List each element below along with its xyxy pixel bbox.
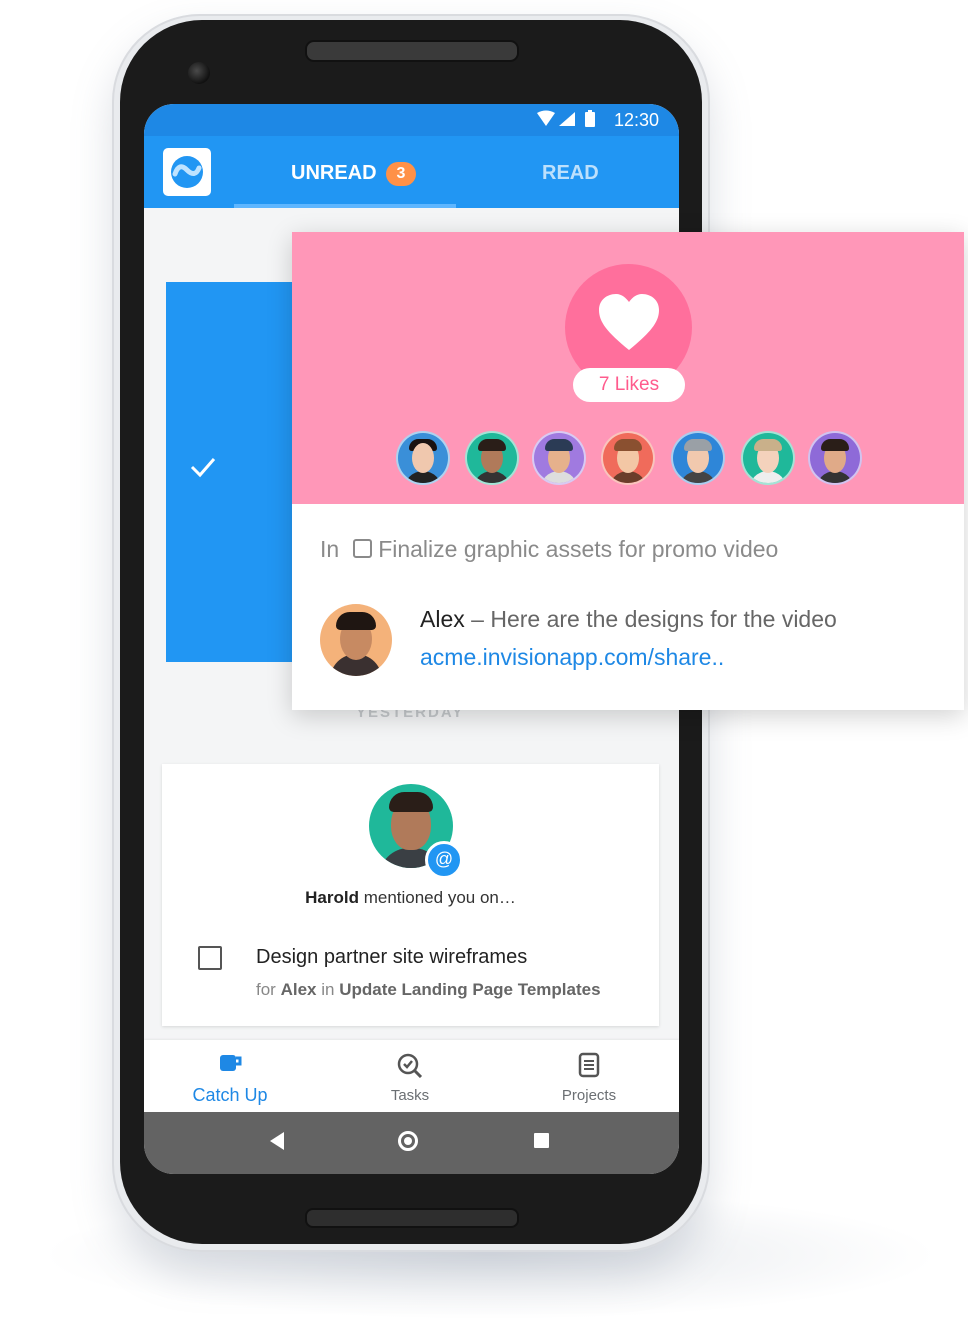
avatar — [741, 431, 795, 485]
comment-text: Here are the designs for the video — [490, 606, 837, 632]
tab-unread[interactable]: UNREAD — [291, 162, 377, 185]
swipe-card[interactable] — [166, 282, 306, 662]
avatar — [465, 431, 519, 485]
nav-catch-up-label: Catch Up — [192, 1085, 268, 1105]
checkmark-icon — [190, 454, 216, 485]
status-bar: 12:30 — [144, 104, 679, 136]
likes-popup-card[interactable]: 7 Likes In Finalize graphic assets for pr… — [292, 232, 964, 710]
app-logo[interactable] — [163, 148, 211, 196]
front-camera — [188, 62, 210, 84]
avatar — [396, 431, 450, 485]
home-icon[interactable] — [398, 1131, 418, 1151]
comment: Alex – Here are the designs for the vide… — [420, 606, 837, 632]
task-title[interactable]: Design partner site wireframes — [256, 946, 527, 969]
cup-icon — [220, 1055, 242, 1071]
recents-icon[interactable] — [534, 1133, 549, 1148]
top-speaker — [305, 40, 519, 62]
task-assignee: Alex — [280, 980, 317, 999]
likes-header: 7 Likes — [292, 232, 964, 504]
nav-tasks-label: Tasks — [390, 1087, 430, 1104]
comment-author: Alex — [420, 606, 465, 632]
signal-wifi-battery-icons — [535, 110, 599, 132]
bottom-speaker — [305, 1208, 519, 1228]
avatar — [671, 431, 725, 485]
back-icon[interactable] — [270, 1132, 284, 1150]
nav-catch-up[interactable]: Catch Up — [170, 1052, 290, 1106]
task-reference-title: Finalize graphic assets for promo video — [378, 536, 779, 562]
status-time: 12:30 — [613, 110, 659, 130]
heart-icon — [599, 294, 659, 350]
nav-projects-label: Projects — [561, 1087, 617, 1104]
mention-action: mentioned you on… — [363, 888, 516, 907]
mention-text: Harold mentioned you on… — [162, 888, 659, 908]
app-bar: UNREAD 3 READ — [144, 136, 679, 208]
active-tab-indicator — [234, 204, 456, 208]
task-checkbox-icon — [353, 539, 373, 558]
avatar — [601, 431, 655, 485]
avatar — [320, 604, 392, 676]
task-checkbox[interactable] — [198, 946, 222, 970]
nav-projects[interactable]: Projects — [529, 1052, 649, 1104]
tab-read[interactable]: READ — [542, 162, 599, 185]
check-search-icon — [397, 1053, 423, 1079]
task-project: Update Landing Page Templates — [339, 980, 601, 999]
task-reference[interactable]: In Finalize graphic assets for promo vide… — [320, 536, 778, 563]
mention-icon: @ — [425, 841, 463, 879]
document-icon — [578, 1052, 600, 1078]
nav-tasks[interactable]: Tasks — [350, 1052, 470, 1104]
task-subtitle: for Alex in Update Landing Page Template… — [256, 980, 601, 999]
bottom-nav: Catch Up Tasks Projects — [144, 1040, 679, 1112]
share-link[interactable]: acme.invisionapp.com/share.. — [420, 644, 724, 671]
likes-count: 7 Likes — [573, 368, 685, 402]
mention-actor: Harold — [305, 888, 359, 907]
system-nav-bar — [144, 1112, 679, 1174]
avatar — [808, 431, 862, 485]
avatar — [532, 431, 586, 485]
unread-count-badge: 3 — [386, 162, 416, 186]
notification-card[interactable]: @ Harold mentioned you on… Design partne… — [162, 764, 659, 1026]
